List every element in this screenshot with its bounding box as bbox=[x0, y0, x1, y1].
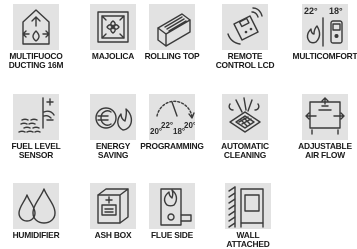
rolling-top-icon bbox=[149, 4, 195, 50]
feature-label-humidifier: HUMIDIFIER bbox=[12, 230, 60, 240]
fireplace-ducting-icon bbox=[13, 4, 59, 50]
feature-label-wall-attached: WALL ATTACHED bbox=[226, 230, 270, 249]
feature-label-fuel-level: FUEL LEVEL SENSOR bbox=[11, 141, 61, 160]
feature-label-rolling-top: ROLLING TOP bbox=[144, 51, 200, 61]
feature-label-remote-control: REMOTE CONTROL LCD bbox=[215, 51, 275, 70]
energy-saving-icon bbox=[90, 94, 136, 140]
majolica-tile-icon bbox=[90, 4, 136, 50]
fuel-level-sensor-icon bbox=[13, 94, 59, 140]
feature-label-programming: PROGRAMMING bbox=[140, 141, 204, 151]
svg-text:18°: 18° bbox=[329, 6, 343, 16]
svg-text:20°: 20° bbox=[184, 121, 195, 130]
feature-label-multicomfort: MULTICOMFORT bbox=[292, 51, 357, 61]
automatic-cleaning-icon bbox=[222, 94, 268, 140]
flue-side-icon bbox=[149, 183, 195, 229]
svg-text:22°: 22° bbox=[161, 121, 173, 130]
wall-attached-icon bbox=[225, 183, 271, 229]
feature-label-flue-side: FLUE SIDE bbox=[151, 230, 193, 240]
feature-icon-grid: MULTIFUOCO DUCTING 16M MAJOLICA ROLLING T… bbox=[0, 0, 357, 249]
multicomfort-icon: 22° 18° bbox=[302, 4, 348, 50]
feature-label-automatic-cleaning: AUTOMATIC CLEANING bbox=[221, 141, 269, 160]
ash-box-icon bbox=[90, 183, 136, 229]
svg-text:22°: 22° bbox=[304, 6, 318, 16]
programming-icon: 20° 22° 18° 20° bbox=[149, 94, 195, 140]
remote-control-icon bbox=[222, 4, 268, 50]
feature-label-multifuoco: MULTIFUOCO DUCTING 16M bbox=[8, 51, 64, 70]
adjustable-airflow-icon bbox=[302, 94, 348, 140]
feature-label-adjustable-airflow: ADJUSTABLE AIR FLOW bbox=[298, 141, 352, 160]
humidifier-icon bbox=[13, 183, 59, 229]
